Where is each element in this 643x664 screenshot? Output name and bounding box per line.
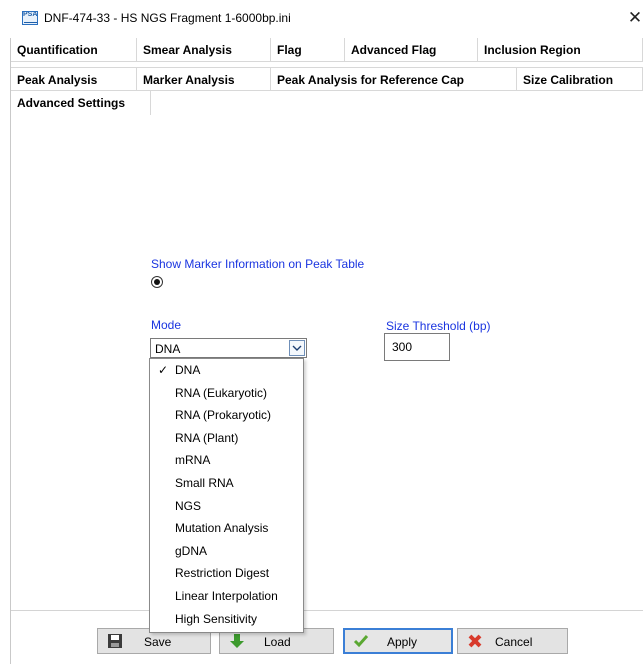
button-bar: Save Load Apply Cancel xyxy=(0,618,643,664)
show-marker-radio[interactable] xyxy=(151,276,163,288)
mode-option-rna-plant[interactable]: RNA (Plant) xyxy=(150,427,303,450)
tab-smear-analysis[interactable]: Smear Analysis xyxy=(137,38,271,62)
mode-dropdown-list: ✓ DNA RNA (Eukaryotic) RNA (Prokaryotic) … xyxy=(149,358,304,633)
checkmark-icon xyxy=(353,633,369,649)
cancel-button-label: Cancel xyxy=(495,635,533,649)
tab-size-calibration[interactable]: Size Calibration xyxy=(517,67,643,91)
tab-row-3: Advanced Settings xyxy=(11,91,643,115)
mode-option-restriction-digest[interactable]: Restriction Digest xyxy=(150,562,303,585)
tab-advanced-settings[interactable]: Advanced Settings xyxy=(11,91,151,115)
floppy-disk-icon xyxy=(107,633,123,649)
apply-button[interactable]: Apply xyxy=(343,628,453,654)
apply-button-label: Apply xyxy=(387,635,418,649)
advanced-settings-panel: Show Marker Information on Peak Table Mo… xyxy=(11,115,643,633)
mode-option-mutation-analysis[interactable]: Mutation Analysis xyxy=(150,517,303,540)
mode-option-ngs[interactable]: NGS xyxy=(150,495,303,518)
red-x-icon xyxy=(467,633,483,649)
tab-row-2: Peak Analysis Marker Analysis Peak Analy… xyxy=(11,67,643,91)
mode-option-small-rna[interactable]: Small RNA xyxy=(150,472,303,495)
mode-option-high-sensitivity[interactable]: High Sensitivity xyxy=(150,608,303,631)
check-icon: ✓ xyxy=(158,363,169,377)
cancel-button[interactable]: Cancel xyxy=(457,628,568,654)
size-threshold-input[interactable]: 300 xyxy=(384,333,450,361)
app-icon: PSA xyxy=(22,11,38,25)
tab-row-1: Quantification Smear Analysis Flag Advan… xyxy=(11,38,643,62)
mode-option-rna-prokaryotic[interactable]: RNA (Prokaryotic) xyxy=(150,404,303,427)
mode-select[interactable]: DNA xyxy=(150,338,307,358)
mode-option-rna-eukaryotic[interactable]: RNA (Eukaryotic) xyxy=(150,382,303,405)
tab-advanced-flag[interactable]: Advanced Flag xyxy=(345,38,478,62)
mode-option-gdna[interactable]: gDNA xyxy=(150,540,303,563)
tab-quantification[interactable]: Quantification xyxy=(11,38,137,62)
button-bar-divider xyxy=(11,610,643,611)
load-button-label: Load xyxy=(264,635,291,649)
tab-peak-analysis[interactable]: Peak Analysis xyxy=(11,67,137,91)
tab-peak-analysis-reference-cap[interactable]: Peak Analysis for Reference Cap xyxy=(271,67,517,91)
title-bar: PSA DNF-474-33 - HS NGS Fragment 1-6000b… xyxy=(10,0,643,38)
size-threshold-label: Size Threshold (bp) xyxy=(386,319,491,333)
mode-option-dna[interactable]: ✓ DNA xyxy=(150,359,303,382)
tab-flag[interactable]: Flag xyxy=(271,38,345,62)
tab-marker-analysis[interactable]: Marker Analysis xyxy=(137,67,271,91)
close-icon[interactable]: ✕ xyxy=(627,6,643,30)
save-button-label: Save xyxy=(144,635,172,649)
mode-option-linear-interpolation[interactable]: Linear Interpolation xyxy=(150,585,303,608)
chevron-down-icon[interactable] xyxy=(289,340,305,356)
down-arrow-icon xyxy=(229,633,245,649)
mode-select-value: DNA xyxy=(155,342,181,356)
window-title: DNF-474-33 - HS NGS Fragment 1-6000bp.in… xyxy=(44,11,291,25)
mode-label: Mode xyxy=(151,318,182,332)
show-marker-label: Show Marker Information on Peak Table xyxy=(151,257,365,271)
tab-inclusion-region[interactable]: Inclusion Region xyxy=(478,38,643,62)
mode-option-mrna[interactable]: mRNA xyxy=(150,449,303,472)
